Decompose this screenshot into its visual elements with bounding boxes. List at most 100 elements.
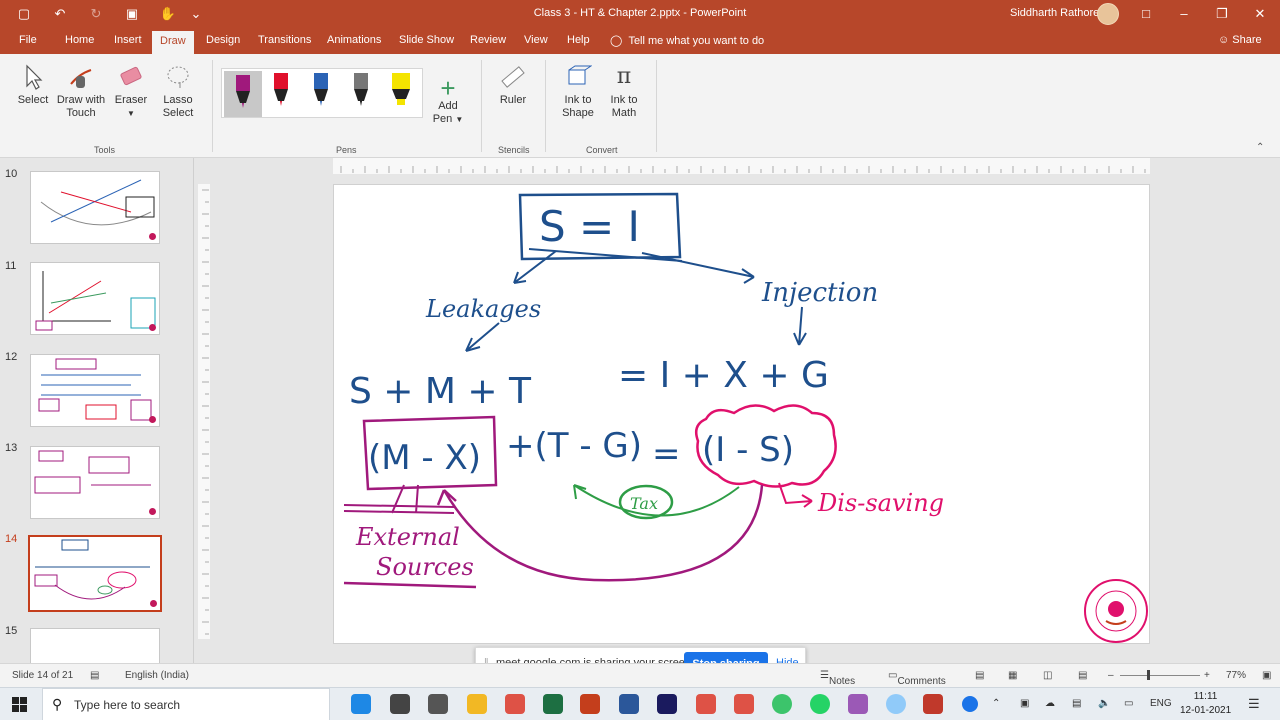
language-indicator[interactable]: ENG [1150,698,1172,709]
notes-button[interactable]: ☰ Notes [820,670,855,687]
tab-transitions[interactable]: Transitions [258,34,311,46]
slide-sorter-icon[interactable]: ▦ [1008,670,1017,681]
tell-me-label: Tell me what you want to do [628,35,765,47]
tab-animations[interactable]: Animations [327,34,381,46]
taskbar-search-box[interactable]: ⚲ Type here to search [42,688,330,720]
tab-file[interactable]: File [19,34,37,46]
avatar[interactable] [1097,3,1119,25]
slide-thumbnail-15[interactable] [30,628,160,663]
chrome-icon[interactable] [696,694,716,714]
tab-design[interactable]: Design [206,34,240,46]
select-label: Select [17,94,49,106]
tab-home[interactable]: Home [65,34,94,46]
ink-to-shape-button[interactable]: Ink to Shape [560,64,596,120]
edge-icon[interactable] [351,694,371,714]
group-label-convert: Convert [586,145,618,155]
store-icon[interactable] [390,694,410,714]
ribbon-display-options-icon[interactable]: □ [1127,0,1165,28]
normal-view-icon[interactable]: ▤ [975,670,984,681]
pen-red[interactable] [262,71,300,117]
pen-magenta[interactable] [224,71,262,117]
cloud-icon[interactable]: ☁ [1045,698,1055,709]
chevron-up-icon[interactable]: ⌃ [992,698,1000,709]
word-icon[interactable] [619,694,639,714]
close-icon[interactable]: ✕ [1241,0,1279,28]
select-button[interactable]: Select [14,64,52,107]
powerpoint-icon[interactable] [580,694,600,714]
language-indicator[interactable]: English (India) [125,670,189,681]
maximize-icon[interactable]: ❐ [1203,0,1241,28]
user-name[interactable]: Siddharth Rathore [1010,7,1099,19]
chrome-icon[interactable] [734,694,754,714]
highlighter-yellow[interactable] [382,71,420,117]
ribbon-tabs: File Home Insert Draw Design Transitions… [0,28,1280,54]
accessibility-icon[interactable]: ▤ [90,670,99,681]
tab-view[interactable]: View [524,34,548,46]
tray-icon[interactable]: ▣ [1020,698,1029,709]
chrome-icon[interactable] [505,694,525,714]
zoom-in-icon[interactable]: + [1204,670,1210,681]
zoom-slider[interactable] [1120,675,1200,676]
slide-number: 12 [5,351,18,363]
tab-draw[interactable]: Draw [152,31,194,54]
ink-text-lhs: S + M + T [349,371,532,412]
battery-icon[interactable]: ▭ [1124,698,1133,709]
whatsapp-icon[interactable] [810,694,830,714]
minimize-icon[interactable]: – [1165,0,1203,28]
notifications-icon[interactable]: ☰ [1248,696,1260,712]
person-icon: ☺ [1218,34,1230,46]
pen-icon [314,73,328,106]
excel-icon[interactable] [543,694,563,714]
ink-text-leakages: Leakages [425,295,541,323]
pen-blue[interactable] [302,71,340,117]
slideshow-icon[interactable]: ▤ [1078,670,1087,681]
eraser-button[interactable]: Eraser ▼ [112,64,150,120]
ink-to-math-button[interactable]: π Ink to Math [606,64,642,120]
network-icon[interactable]: ▤ [1072,698,1081,709]
notes-label: Notes [828,676,856,687]
lasso-select-button[interactable]: Lasso Select [158,64,198,120]
ink-text-m-minus-x: (M - X) [368,438,481,478]
collapse-ribbon-icon[interactable]: ⌃ [1256,142,1264,153]
comments-button[interactable]: ▭ Comments [888,670,946,687]
ink-to-shape-label-2: Shape [562,107,594,119]
ruler-button[interactable]: Ruler [496,64,530,107]
zoom-level[interactable]: 77% [1226,670,1246,681]
fit-slide-icon[interactable]: ▣ [1262,670,1271,681]
app-icon[interactable] [848,694,868,714]
speaker-icon[interactable]: 🔈 [1098,698,1110,709]
slide-canvas[interactable]: S = I Leakages Injection S + M + T = I +… [333,184,1150,644]
draw-with-touch-label-1: Draw with [56,94,106,106]
tell-me-search[interactable]: ◯ Tell me what you want to do [610,34,764,47]
tab-slide-show[interactable]: Slide Show [399,34,454,46]
windows-start-icon[interactable] [12,697,27,712]
tab-review[interactable]: Review [470,34,506,46]
ink-to-math-label-1: Ink to [610,94,638,106]
file-explorer-icon[interactable] [467,694,487,714]
zoom-out-icon[interactable]: – [1108,670,1114,681]
slide-thumbnail-11[interactable] [30,262,160,335]
slide-thumbnail-10[interactable] [30,171,160,244]
pen-icon [354,73,368,106]
reading-view-icon[interactable]: ◫ [1043,670,1052,681]
slide-thumbnail-13[interactable] [30,446,160,519]
slide-thumbnail-12[interactable] [30,354,160,427]
clock[interactable]: 11:11 12-01-2021 [1180,690,1231,718]
help-icon[interactable] [962,696,978,712]
clock-date: 12-01-2021 [1180,705,1232,716]
slide-thumbnail-panel[interactable]: 10 11 12 13 14 15 [0,158,194,663]
adobe-icon[interactable] [657,694,677,714]
share-button[interactable]: ☺ Share [1218,34,1262,46]
slide-thumbnail-14[interactable] [28,535,162,612]
mcafee-icon[interactable] [923,694,943,714]
pen-black[interactable] [342,71,380,117]
app-icon[interactable] [428,694,448,714]
app-icon[interactable] [886,694,906,714]
pen-gallery [221,68,423,118]
draw-with-touch-button[interactable]: Draw with Touch [56,64,106,120]
add-pen-button[interactable]: + Add Pen ▼ [432,75,464,126]
refresh-app-icon[interactable] [772,694,792,714]
tab-help[interactable]: Help [567,34,590,46]
zoom-slider-thumb[interactable] [1147,670,1150,680]
tab-insert[interactable]: Insert [114,34,142,46]
